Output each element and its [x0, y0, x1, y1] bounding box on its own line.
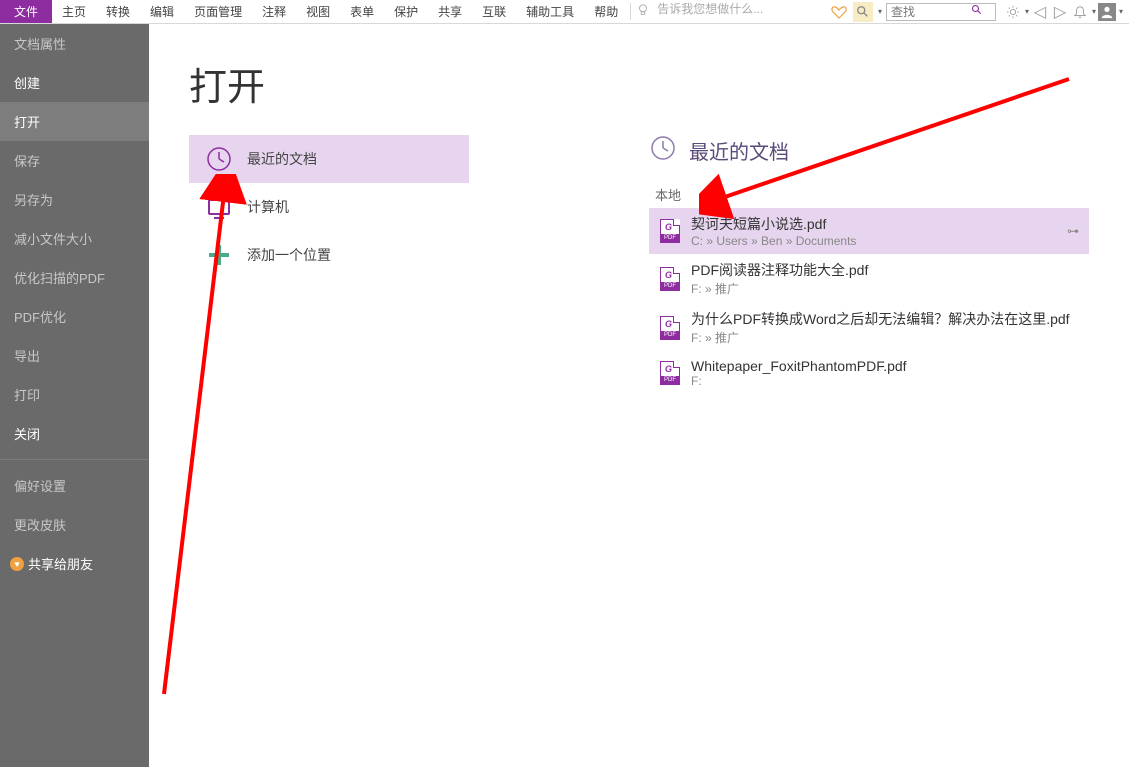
- side-reduce-size[interactable]: 减小文件大小: [0, 219, 149, 258]
- file-row-2[interactable]: GPDF PDF阅读器注释功能大全.pdf F: » 推广: [649, 254, 1089, 303]
- side-share-friends[interactable]: ♥ 共享给朋友: [0, 544, 149, 583]
- file-name: PDF阅读器注释功能大全.pdf: [691, 260, 868, 280]
- opt-recent-docs[interactable]: 最近的文档: [189, 135, 469, 183]
- file-info: 为什么PDF转换成Word之后却无法编辑？解决办法在这里.pdf F: » 推广: [691, 309, 1070, 346]
- side-change-skin[interactable]: 更改皮肤: [0, 505, 149, 544]
- file-name: 契诃夫短篇小说选.pdf: [691, 214, 856, 234]
- side-optimize-scan[interactable]: 优化扫描的PDF: [0, 258, 149, 297]
- chevron-down-icon[interactable]: ▾: [1092, 7, 1096, 16]
- side-save-as[interactable]: 另存为: [0, 180, 149, 219]
- side-share-label: 共享给朋友: [28, 554, 93, 573]
- open-options: 最近的文档 计算机 添加一个位置: [189, 135, 469, 279]
- file-path: F: » 推广: [691, 329, 1070, 346]
- plus-icon: [205, 241, 233, 269]
- side-preferences[interactable]: 偏好设置: [0, 466, 149, 505]
- page-title: 打开: [189, 56, 1089, 111]
- nav-next-icon[interactable]: ▷: [1051, 3, 1069, 21]
- side-close[interactable]: 关闭: [0, 414, 149, 453]
- recent-docs-panel: 最近的文档 本地 GPDF 契诃夫短篇小说选.pdf C: » Users » …: [649, 134, 1089, 394]
- side-create[interactable]: 创建: [0, 63, 149, 102]
- nav-prev-icon[interactable]: ◁: [1031, 3, 1049, 21]
- menu-edit[interactable]: 编辑: [140, 0, 184, 23]
- menu-convert[interactable]: 转换: [96, 0, 140, 23]
- opt-add-location-label: 添加一个位置: [247, 245, 331, 265]
- gear-icon[interactable]: [1004, 3, 1022, 21]
- menu-view[interactable]: 视图: [296, 0, 340, 23]
- heart-badge-icon: ♥: [10, 557, 24, 571]
- pdf-icon: GPDF: [659, 217, 681, 245]
- menu-protect[interactable]: 保护: [384, 0, 428, 23]
- menu-help[interactable]: 帮助: [584, 0, 628, 23]
- side-separator: [0, 459, 149, 460]
- chevron-down-icon[interactable]: ▾: [1119, 7, 1123, 16]
- search-highlight-icon[interactable]: [853, 2, 873, 22]
- side-save[interactable]: 保存: [0, 141, 149, 180]
- clock-icon: [649, 134, 677, 167]
- opt-computer-label: 计算机: [247, 197, 289, 217]
- main-area: 文档属性 创建 打开 保存 另存为 减小文件大小 优化扫描的PDF PDF优化 …: [0, 24, 1129, 767]
- search-input[interactable]: [887, 5, 967, 19]
- menu-separator: [630, 3, 631, 20]
- pdf-icon: GPDF: [659, 314, 681, 342]
- menu-file[interactable]: 文件: [0, 0, 52, 23]
- menu-share-tab[interactable]: 共享: [428, 0, 472, 23]
- file-info: PDF阅读器注释功能大全.pdf F: » 推广: [691, 260, 868, 297]
- menu-form[interactable]: 表单: [340, 0, 384, 23]
- menu-home[interactable]: 主页: [52, 0, 96, 23]
- file-name: Whitepaper_FoxitPhantomPDF.pdf: [691, 358, 907, 374]
- clock-icon: [205, 145, 233, 173]
- pdf-icon: GPDF: [659, 359, 681, 387]
- file-row-1[interactable]: GPDF 契诃夫短篇小说选.pdf C: » Users » Ben » Doc…: [649, 208, 1089, 254]
- chevron-down-icon[interactable]: ▾: [878, 7, 882, 16]
- file-row-4[interactable]: GPDF Whitepaper_FoxitPhantomPDF.pdf F:: [649, 352, 1089, 394]
- heart-icon[interactable]: [829, 2, 849, 22]
- section-local-label: 本地: [655, 185, 1089, 204]
- opt-computer[interactable]: 计算机: [189, 183, 469, 231]
- tell-me-hint[interactable]: 告诉我您想做什么...: [657, 0, 763, 23]
- file-info: Whitepaper_FoxitPhantomPDF.pdf F:: [691, 358, 907, 388]
- computer-icon: [205, 193, 233, 221]
- content-area: 打开 最近的文档 计算机 添加一个位置: [149, 24, 1129, 767]
- chevron-down-icon[interactable]: ▾: [1025, 7, 1029, 16]
- search-box[interactable]: [886, 3, 996, 21]
- file-name: 为什么PDF转换成Word之后却无法编辑？解决办法在这里.pdf: [691, 309, 1070, 329]
- recent-title: 最近的文档: [689, 136, 789, 165]
- menu-page-mgmt[interactable]: 页面管理: [184, 0, 252, 23]
- menu-assist[interactable]: 辅助工具: [516, 0, 584, 23]
- side-open[interactable]: 打开: [0, 102, 149, 141]
- menu-right-group: ▾ ▾ ◁ ▷ ▾ ▾: [829, 0, 1129, 23]
- file-path: F:: [691, 374, 907, 388]
- search-icon[interactable]: [967, 4, 987, 19]
- side-pdf-optimize[interactable]: PDF优化: [0, 297, 149, 336]
- file-row-3[interactable]: GPDF 为什么PDF转换成Word之后却无法编辑？解决办法在这里.pdf F:…: [649, 303, 1089, 352]
- recent-header: 最近的文档: [649, 134, 1089, 167]
- pin-icon[interactable]: ⊶: [1067, 224, 1079, 238]
- side-doc-properties[interactable]: 文档属性: [0, 24, 149, 63]
- side-print[interactable]: 打印: [0, 375, 149, 414]
- side-export[interactable]: 导出: [0, 336, 149, 375]
- opt-add-location[interactable]: 添加一个位置: [189, 231, 469, 279]
- sidebar: 文档属性 创建 打开 保存 另存为 减小文件大小 优化扫描的PDF PDF优化 …: [0, 24, 149, 767]
- toolbar-icons: ▾ ◁ ▷ ▾ ▾: [1004, 3, 1123, 21]
- file-info: 契诃夫短篇小说选.pdf C: » Users » Ben » Document…: [691, 214, 856, 248]
- file-path: C: » Users » Ben » Documents: [691, 234, 856, 248]
- bulb-icon[interactable]: [633, 0, 653, 20]
- menu-connect[interactable]: 互联: [472, 0, 516, 23]
- pdf-icon: GPDF: [659, 265, 681, 293]
- menu-annotate[interactable]: 注释: [252, 0, 296, 23]
- menubar: 文件 主页 转换 编辑 页面管理 注释 视图 表单 保护 共享 互联 辅助工具 …: [0, 0, 1129, 24]
- file-path: F: » 推广: [691, 280, 868, 297]
- user-avatar-icon[interactable]: [1098, 3, 1116, 21]
- bell-icon[interactable]: [1071, 3, 1089, 21]
- opt-recent-label: 最近的文档: [247, 149, 317, 169]
